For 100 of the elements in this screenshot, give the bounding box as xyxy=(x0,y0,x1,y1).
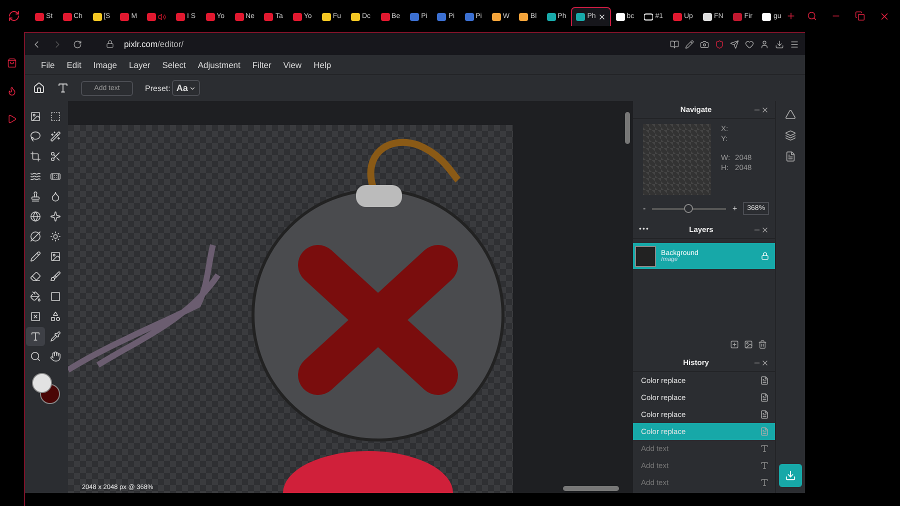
user-icon[interactable] xyxy=(760,40,769,48)
search-icon xyxy=(30,351,42,362)
image-icon xyxy=(30,111,42,122)
save-button[interactable] xyxy=(779,464,802,487)
site-favicon-icon xyxy=(616,12,625,20)
shield-icon[interactable] xyxy=(715,40,724,48)
close-icon[interactable] xyxy=(598,12,606,20)
flame-icon[interactable] xyxy=(7,86,17,96)
image-icon[interactable] xyxy=(744,340,754,348)
site-favicon-icon xyxy=(733,12,742,20)
primary-color-swatch[interactable] xyxy=(32,373,52,393)
site-favicon-icon xyxy=(176,12,186,20)
shapes-icon xyxy=(50,311,62,322)
site-favicon-icon xyxy=(264,12,274,20)
dashed-square-icon xyxy=(50,111,62,122)
menu-item[interactable]: Edit xyxy=(60,60,88,70)
site-favicon-icon xyxy=(437,12,446,20)
site-favicon-icon xyxy=(519,12,528,20)
menu-item[interactable]: Adjustment xyxy=(192,60,246,70)
site-favicon-icon xyxy=(492,12,501,20)
eraser-icon xyxy=(30,271,42,282)
new-tab-icon[interactable] xyxy=(786,11,796,21)
zoom-out-button[interactable]: - xyxy=(643,204,646,213)
menu-item[interactable]: View xyxy=(277,60,308,70)
document-icon xyxy=(760,393,770,402)
horizontal-scrollbar[interactable] xyxy=(563,486,620,491)
slider-thumb[interactable] xyxy=(684,204,693,212)
globe-icon xyxy=(30,211,42,222)
menu-item[interactable]: Filter xyxy=(246,60,278,70)
waves-icon xyxy=(30,171,42,182)
triangle-icon[interactable] xyxy=(785,109,796,120)
magic-wand-icon xyxy=(50,131,62,142)
send-icon[interactable] xyxy=(730,40,739,48)
document-icon xyxy=(760,376,770,385)
home-icon[interactable] xyxy=(33,82,45,94)
sparkle-icon xyxy=(50,211,62,222)
pipette-icon xyxy=(50,331,62,342)
history-icon[interactable] xyxy=(785,151,796,162)
site-favicon-icon xyxy=(147,12,156,20)
menu-item[interactable]: File xyxy=(35,60,61,70)
text-icon xyxy=(760,478,770,487)
site-favicon-icon xyxy=(464,12,474,20)
text-icon xyxy=(760,444,770,453)
menu-icon[interactable] xyxy=(790,40,799,48)
site-favicon-icon xyxy=(120,12,130,20)
download-icon[interactable] xyxy=(775,40,784,48)
address-field[interactable]: pixlr.com/editor/ xyxy=(124,39,184,49)
layer-thumbnail xyxy=(635,246,656,266)
site-favicon-icon xyxy=(380,12,390,20)
book-icon[interactable] xyxy=(670,40,679,48)
text-icon[interactable] xyxy=(57,82,69,94)
image-icon xyxy=(50,251,62,262)
play-icon[interactable] xyxy=(7,114,17,124)
site-favicon-icon xyxy=(322,12,331,20)
tool-button[interactable] xyxy=(26,327,46,346)
browser-logo-icon xyxy=(8,10,20,22)
vertical-scrollbar[interactable] xyxy=(625,112,630,144)
reload-icon[interactable] xyxy=(73,40,82,48)
bag-icon[interactable] xyxy=(7,58,17,68)
add-layer-icon[interactable] xyxy=(730,340,740,348)
menu-item[interactable]: Help xyxy=(308,60,338,70)
preset-dropdown[interactable]: Aa xyxy=(172,80,200,96)
navigator-thumbnail[interactable] xyxy=(643,124,712,195)
document-icon xyxy=(760,410,770,419)
hand-icon xyxy=(50,351,62,362)
paint-bucket-icon xyxy=(30,291,42,302)
site-favicon-icon xyxy=(35,12,44,20)
edit-icon[interactable] xyxy=(685,40,694,48)
site-favicon-icon xyxy=(234,12,244,20)
camera-icon[interactable] xyxy=(700,40,709,48)
site-favicon-icon xyxy=(350,12,360,20)
close-icon[interactable] xyxy=(761,106,770,114)
preset-label: Preset: xyxy=(145,84,170,92)
close-icon[interactable] xyxy=(761,358,770,366)
crossed-square-icon xyxy=(30,311,42,322)
close-icon[interactable] xyxy=(761,226,770,234)
trash-icon[interactable] xyxy=(758,340,768,348)
square-icon xyxy=(50,291,62,302)
droplet-icon xyxy=(50,191,62,202)
bandage-icon xyxy=(50,171,62,182)
menu-item[interactable]: Select xyxy=(156,60,192,70)
heart-icon[interactable] xyxy=(745,40,754,48)
restore-icon[interactable] xyxy=(855,11,865,21)
menu-item[interactable]: Image xyxy=(87,60,123,70)
site-favicon-icon xyxy=(576,12,586,20)
site-favicon-icon xyxy=(672,12,682,20)
lock-icon[interactable] xyxy=(761,252,770,260)
site-favicon-icon xyxy=(546,12,556,20)
ch-logo-icon xyxy=(644,12,654,20)
site-favicon-icon xyxy=(702,12,712,20)
site-favicon-icon xyxy=(206,12,215,20)
pencil-icon xyxy=(30,251,42,262)
crop-icon xyxy=(30,151,42,162)
layers-icon[interactable] xyxy=(785,130,796,141)
menu-item[interactable]: Layer xyxy=(122,60,156,70)
zoom-in-button[interactable]: + xyxy=(732,204,738,213)
search-icon[interactable] xyxy=(807,11,817,21)
site-favicon-icon xyxy=(62,12,72,20)
site-favicon-icon xyxy=(762,12,772,20)
lasso-icon xyxy=(30,131,42,142)
